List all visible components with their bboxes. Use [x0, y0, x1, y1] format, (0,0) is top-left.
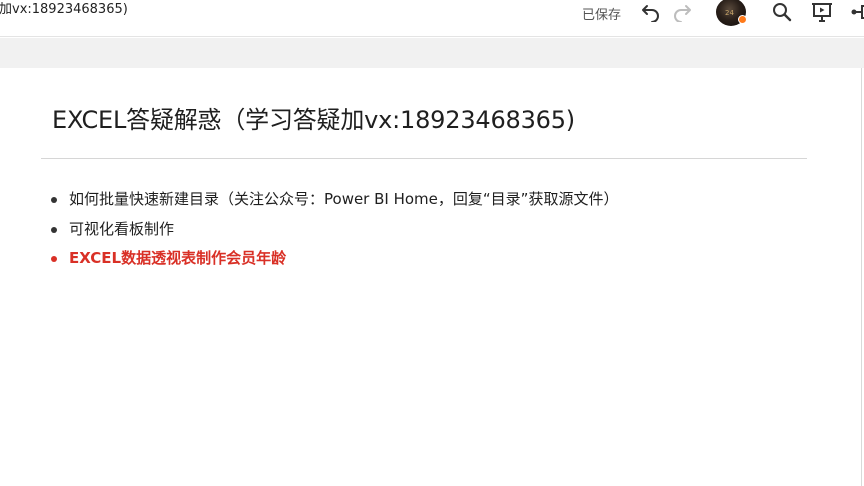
- title-divider: [41, 158, 807, 159]
- save-status: 已保存: [582, 8, 622, 23]
- document-title[interactable]: 疑加vx:18923468365): [0, 0, 128, 17]
- share-icon[interactable]: [848, 0, 864, 24]
- bullet-dot: [51, 256, 57, 262]
- undo-icon[interactable]: [638, 0, 664, 24]
- redo-icon[interactable]: [669, 0, 695, 24]
- list-item-text: 如何批量快速新建目录（关注公众号：Power BI Home，回复“目录”获取源…: [69, 190, 619, 208]
- online-status-dot: [738, 15, 747, 24]
- page-edge: [861, 68, 862, 486]
- list-item[interactable]: 可视化看板制作: [50, 219, 618, 249]
- list-item[interactable]: 如何批量快速新建目录（关注公众号：Power BI Home，回复“目录”获取源…: [50, 189, 618, 219]
- bullet-dot: [51, 197, 57, 203]
- ruler-band: [0, 38, 864, 68]
- bullet-dot: [51, 226, 57, 233]
- present-icon[interactable]: [809, 0, 835, 24]
- user-avatar[interactable]: 24: [716, 0, 747, 26]
- list-item-highlighted[interactable]: EXCEL数据透视表制作会员年龄: [50, 248, 618, 278]
- search-icon[interactable]: [769, 0, 795, 24]
- list-item-text: EXCEL数据透视表制作会员年龄: [69, 249, 287, 267]
- top-toolbar: 疑加vx:18923468365) 已保存 24: [0, 0, 864, 37]
- avatar-label: 24: [725, 9, 734, 17]
- page-title[interactable]: EXCEL答疑解惑（学习答疑加vx:18923468365): [52, 100, 575, 135]
- bullet-list: 如何批量快速新建目录（关注公众号：Power BI Home，回复“目录”获取源…: [50, 189, 618, 278]
- list-item-text: 可视化看板制作: [69, 219, 175, 238]
